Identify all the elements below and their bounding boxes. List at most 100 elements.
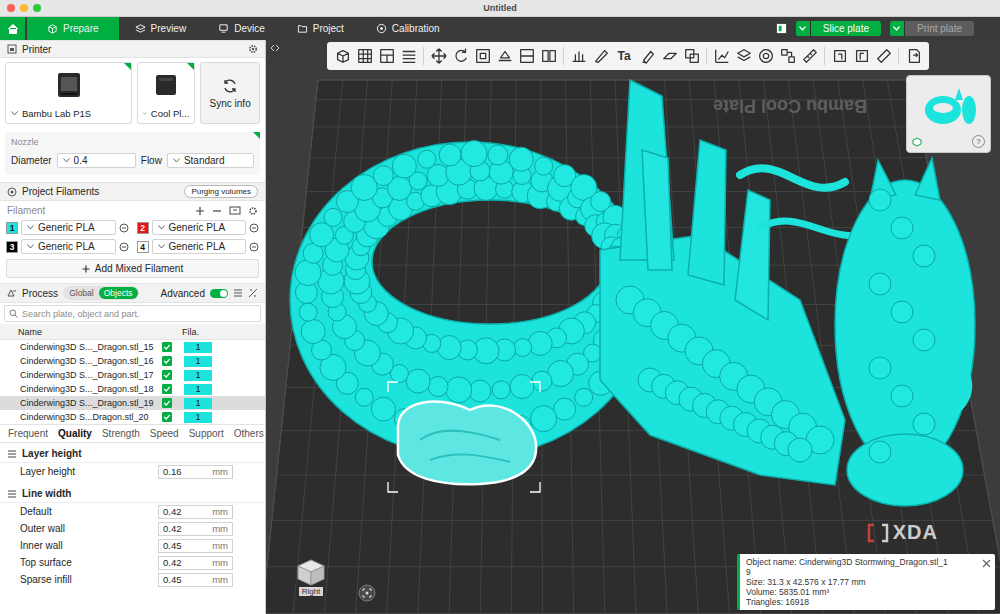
object-filament[interactable]: 1 bbox=[184, 342, 212, 353]
object-checkbox[interactable] bbox=[162, 384, 172, 394]
minimize-window-button[interactable] bbox=[20, 4, 28, 12]
toolbar-button[interactable] bbox=[517, 45, 536, 67]
filament-index-badge[interactable]: 1 bbox=[6, 222, 18, 234]
scope-option[interactable]: Global bbox=[64, 287, 99, 299]
filament-index-badge[interactable]: 3 bbox=[6, 241, 18, 253]
object-filament[interactable]: 1 bbox=[184, 356, 212, 367]
remove-circle-icon[interactable] bbox=[119, 223, 129, 233]
toolbar-button[interactable] bbox=[399, 45, 418, 67]
object-checkbox[interactable] bbox=[162, 370, 172, 380]
filament-select[interactable]: Generic PLA bbox=[152, 220, 247, 235]
purging-volumes-button[interactable]: Purging volumes bbox=[184, 185, 258, 198]
compare-icon[interactable] bbox=[248, 288, 258, 298]
sync-filaments-icon[interactable] bbox=[229, 206, 241, 216]
slice-plate-button[interactable]: Slice plate bbox=[796, 21, 881, 36]
setting-input[interactable]: 0.45 mm bbox=[158, 573, 233, 587]
print-dropdown-toggle[interactable] bbox=[890, 21, 905, 36]
toolbar-button[interactable] bbox=[734, 45, 753, 67]
toolbar-button[interactable] bbox=[451, 45, 470, 67]
filament-settings-icon[interactable] bbox=[248, 206, 258, 216]
object-row[interactable]: Cinderwing3D S..._Dragon.stl_18 1 bbox=[0, 382, 265, 396]
toolbar-button[interactable] bbox=[830, 45, 849, 67]
gear-icon[interactable] bbox=[248, 44, 258, 54]
list-icon[interactable] bbox=[233, 288, 243, 298]
collapse-sidebar-icon[interactable] bbox=[270, 44, 280, 52]
object-checkbox[interactable] bbox=[162, 412, 172, 422]
toolbar-button[interactable] bbox=[569, 45, 588, 67]
filament-select[interactable]: Generic PLA bbox=[21, 220, 116, 235]
object-checkbox[interactable] bbox=[162, 342, 172, 352]
dragon-model[interactable] bbox=[290, 80, 975, 506]
toolbar-button[interactable] bbox=[904, 45, 923, 67]
toolbar-button[interactable] bbox=[638, 45, 657, 67]
nav-tab[interactable]: Calibration bbox=[360, 17, 456, 40]
object-row[interactable]: Cinderwing3D S..._Dragon.stl_15 1 bbox=[0, 340, 265, 354]
object-filament[interactable]: 1 bbox=[184, 384, 212, 395]
toolbar-button[interactable] bbox=[874, 45, 893, 67]
flow-select[interactable]: Standard bbox=[167, 153, 254, 168]
toolbar-button[interactable] bbox=[756, 45, 775, 67]
toolbar-button[interactable] bbox=[852, 45, 871, 67]
sync-info-button[interactable]: Sync info bbox=[200, 62, 260, 124]
settings-tab[interactable]: Support bbox=[189, 428, 224, 439]
toolbar-button[interactable] bbox=[591, 45, 610, 67]
filament-index-badge[interactable]: 2 bbox=[137, 222, 149, 234]
help-button[interactable]: ? bbox=[972, 135, 985, 148]
object-checkbox[interactable] bbox=[162, 398, 172, 408]
object-search[interactable]: Search plate, object and part. bbox=[4, 305, 261, 322]
toolbar-button[interactable] bbox=[660, 45, 679, 67]
filament-select[interactable]: Generic PLA bbox=[152, 239, 247, 254]
object-row[interactable]: Cinderwing3D S..._Dragon.stl_16 1 bbox=[0, 354, 265, 368]
object-checkbox[interactable] bbox=[162, 356, 172, 366]
setting-input[interactable]: 0.42 mm bbox=[158, 522, 233, 536]
close-window-button[interactable] bbox=[7, 4, 15, 12]
filament-index-badge[interactable]: 4 bbox=[137, 241, 149, 253]
object-filament[interactable]: 1 bbox=[184, 398, 212, 409]
remove-filament-icon[interactable] bbox=[212, 206, 222, 216]
remove-circle-icon[interactable] bbox=[249, 223, 259, 233]
setting-input[interactable]: 0.16 mm bbox=[158, 465, 233, 479]
toolbar-button[interactable] bbox=[429, 45, 448, 67]
nav-tab[interactable]: Device bbox=[202, 17, 281, 40]
close-icon[interactable] bbox=[982, 559, 991, 568]
toolbar-button[interactable] bbox=[473, 45, 492, 67]
text-tool-button[interactable]: Ta bbox=[613, 45, 635, 67]
home-button[interactable] bbox=[0, 17, 25, 40]
3d-viewport[interactable]: Bambu Cool Plate Ta ? Right XDA Object n… bbox=[266, 40, 1000, 614]
print-plate-button[interactable]: Print plate bbox=[890, 21, 974, 36]
printer-card[interactable]: Bambu Lab P1S bbox=[5, 62, 132, 124]
scope-option[interactable]: Objects bbox=[99, 287, 138, 299]
setting-input[interactable]: 0.45 mm bbox=[158, 539, 233, 553]
nav-tab[interactable]: Project bbox=[281, 17, 360, 40]
toolbar-button[interactable] bbox=[778, 45, 797, 67]
toolbar-button[interactable] bbox=[800, 45, 819, 67]
nav-tab[interactable]: Prepare bbox=[27, 17, 119, 40]
slice-dropdown-toggle[interactable] bbox=[796, 21, 811, 36]
settings-tab[interactable]: Strength bbox=[102, 428, 140, 439]
settings-tab[interactable]: Quality bbox=[58, 428, 92, 439]
selected-part[interactable] bbox=[388, 382, 540, 492]
add-filament-icon[interactable] bbox=[195, 206, 205, 216]
settings-tab[interactable]: Speed bbox=[150, 428, 179, 439]
fit-view-icon[interactable] bbox=[358, 584, 376, 602]
object-filament[interactable]: 1 bbox=[184, 412, 212, 423]
filament-select[interactable]: Generic PLA bbox=[21, 239, 116, 254]
setting-input[interactable]: 0.42 mm bbox=[158, 505, 233, 519]
toolbar-button[interactable] bbox=[355, 45, 374, 67]
setting-input[interactable]: 0.42 mm bbox=[158, 556, 233, 570]
object-row[interactable]: Cinderwing3D S...Dragon.stl_20 1 bbox=[0, 410, 265, 424]
plate-thumbnail[interactable]: ? bbox=[906, 75, 991, 153]
toolbar-button[interactable] bbox=[377, 45, 396, 67]
multi-plate-icon[interactable] bbox=[776, 23, 787, 34]
object-row[interactable]: Cinderwing3D S..._Dragon.stl_19 1 bbox=[0, 396, 265, 410]
add-mixed-filament-button[interactable]: Add Mixed Filament bbox=[6, 259, 259, 278]
toolbar-button[interactable] bbox=[682, 45, 701, 67]
zoom-window-button[interactable] bbox=[33, 4, 41, 12]
toolbar-button[interactable] bbox=[712, 45, 731, 67]
object-filament[interactable]: 1 bbox=[184, 370, 212, 381]
settings-tab[interactable]: Frequent bbox=[8, 428, 48, 439]
settings-tab[interactable]: Others bbox=[234, 428, 264, 439]
remove-circle-icon[interactable] bbox=[119, 242, 129, 252]
toolbar-button[interactable] bbox=[495, 45, 514, 67]
nav-tab[interactable]: Preview bbox=[119, 17, 203, 40]
